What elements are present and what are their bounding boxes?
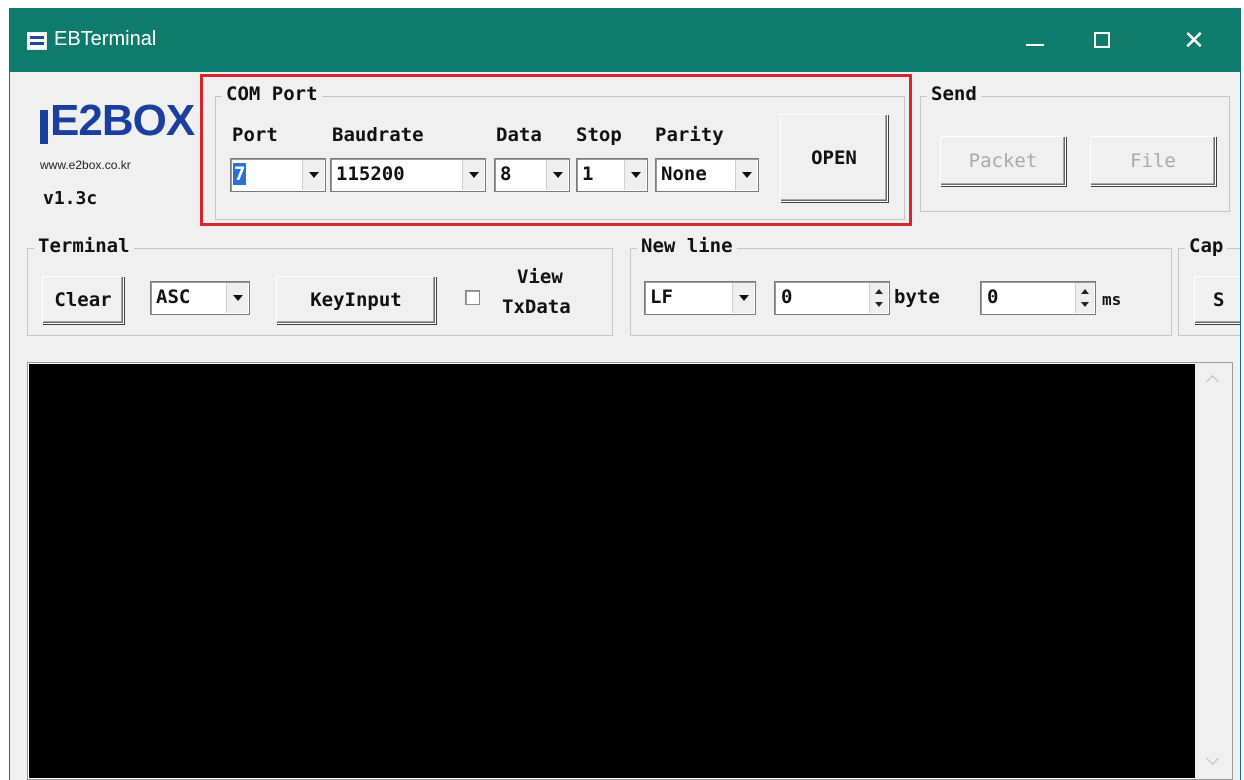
logo-text: E2BOX [50, 96, 195, 145]
vertical-scrollbar[interactable] [1195, 363, 1232, 779]
chevron-down-icon[interactable] [226, 283, 248, 313]
app-icon [27, 32, 47, 50]
chevron-down-icon[interactable] [732, 283, 754, 313]
maximize-button[interactable] [1068, 8, 1136, 72]
keyinput-button[interactable]: KeyInput [276, 276, 436, 324]
minimize-button[interactable] [1000, 8, 1068, 72]
close-button[interactable]: ✕ [1160, 8, 1228, 72]
spin-down-icon[interactable] [1081, 302, 1089, 307]
byte-unit-label: byte [894, 286, 940, 308]
title-bar[interactable]: EBTerminal ✕ [10, 8, 1240, 72]
app-window: EBTerminal ✕ E2BOX www.e2box.co.kr v1.3c… [9, 8, 1241, 780]
byte-spin-buttons[interactable] [869, 283, 888, 313]
spin-up-icon[interactable] [1081, 289, 1089, 294]
view-txdata-checkbox[interactable] [465, 290, 480, 305]
scroll-down-icon[interactable] [1206, 752, 1219, 765]
highlight-box [200, 74, 912, 226]
ms-stepper[interactable]: 0 [980, 281, 1096, 315]
e2box-logo: E2BOX [40, 96, 195, 148]
packet-button[interactable]: Packet [940, 136, 1066, 186]
terminal-text-area[interactable] [29, 364, 1195, 778]
capture-group-title: Cap [1185, 235, 1228, 257]
newline-mode-select[interactable]: LF [644, 281, 756, 315]
ms-value: 0 [987, 286, 999, 308]
ms-spin-buttons[interactable] [1075, 283, 1094, 313]
view-txdata-label-line2: TxData [502, 296, 571, 318]
byte-stepper[interactable]: 0 [774, 281, 890, 315]
newline-group-title: New line [637, 235, 737, 257]
window-title: EBTerminal [54, 28, 157, 50]
logo-url: www.e2box.co.kr [40, 158, 131, 172]
terminal-output [27, 362, 1233, 780]
send-group-title: Send [927, 83, 981, 105]
ascii-mode-value: ASC [156, 286, 191, 308]
minimize-icon [1026, 44, 1044, 46]
newline-mode-value: LF [650, 286, 673, 308]
spin-down-icon[interactable] [875, 302, 883, 307]
ascii-mode-select[interactable]: ASC [150, 281, 250, 315]
clear-button[interactable]: Clear [42, 276, 124, 324]
scroll-up-icon[interactable] [1206, 375, 1219, 388]
close-icon: ✕ [1183, 25, 1205, 55]
spin-up-icon[interactable] [875, 289, 883, 294]
terminal-group-title: Terminal [34, 235, 134, 257]
capture-save-button[interactable]: S [1194, 276, 1240, 324]
logo-bar [40, 110, 48, 144]
version-label: v1.3c [43, 188, 98, 209]
ms-unit-label: ms [1102, 290, 1122, 309]
byte-value: 0 [781, 286, 793, 308]
maximize-icon [1094, 32, 1110, 48]
file-button[interactable]: File [1090, 136, 1216, 186]
view-txdata-label-line1: View [517, 266, 563, 288]
